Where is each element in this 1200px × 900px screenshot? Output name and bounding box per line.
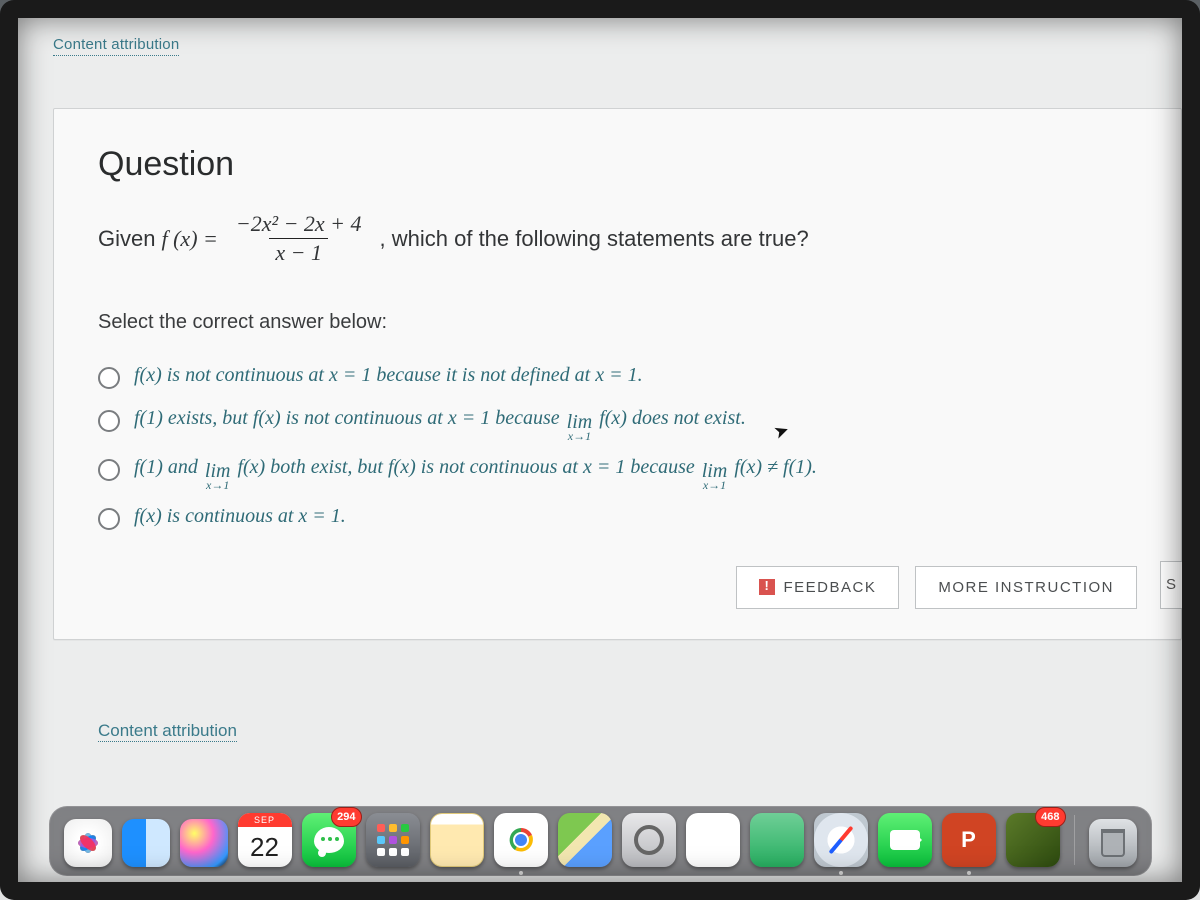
- calendar-month-label: SEP: [238, 813, 292, 827]
- question-heading: Question: [98, 145, 1137, 184]
- maps-app-icon[interactable]: [558, 813, 612, 867]
- launchpad-grid-icon: [377, 824, 409, 856]
- radio-icon: [98, 367, 120, 389]
- photos-flower-icon: [70, 825, 106, 861]
- option-b-text: f(1) exists, but f(x) is not continuous …: [134, 407, 746, 438]
- option-c-text: f(1) and lim x→1 f(x) both exist, but f(…: [134, 456, 817, 487]
- flag-icon: [759, 579, 775, 595]
- more-instruction-label: MORE INSTRUCTION: [938, 579, 1114, 596]
- notes-app-icon[interactable]: [430, 813, 484, 867]
- select-prompt: Select the correct answer below:: [98, 311, 1137, 334]
- dock: SEP 22 294: [49, 806, 1152, 876]
- eagle-app-icon[interactable]: 468: [1006, 813, 1060, 867]
- running-indicator-icon: [519, 871, 523, 875]
- content-attribution-link-top[interactable]: Content attribution: [53, 36, 179, 56]
- compass-needle-icon: [828, 826, 853, 855]
- option-a-text: f(x) is not continuous at x = 1 because …: [134, 364, 643, 387]
- facetime-app-icon[interactable]: [878, 813, 932, 867]
- message-bubble-icon: [314, 827, 344, 853]
- stem-suffix: , which of the following statements are …: [380, 226, 809, 252]
- option-d[interactable]: f(x) is continuous at x = 1.: [98, 505, 1137, 530]
- radio-icon: [98, 410, 120, 432]
- settings-app-icon[interactable]: [622, 813, 676, 867]
- stem-prefix: Given: [98, 226, 155, 252]
- option-c-pre: f(1) and: [134, 456, 203, 478]
- option-a[interactable]: f(x) is not continuous at x = 1 because …: [98, 364, 1137, 389]
- stem-fraction: −2x² − 2x + 4 x − 1: [230, 212, 368, 265]
- running-indicator-icon: [967, 871, 971, 875]
- photos-app-icon[interactable]: [64, 819, 112, 867]
- powerpoint-letter: P: [961, 827, 976, 853]
- camera-icon: [890, 830, 920, 850]
- option-c[interactable]: f(1) and lim x→1 f(x) both exist, but f(…: [98, 456, 1137, 487]
- fraction-numerator: −2x² − 2x + 4: [230, 212, 368, 238]
- finder-app-icon[interactable]: [122, 819, 170, 867]
- message-dots-icon: [321, 837, 339, 841]
- side-tab-button[interactable]: S: [1160, 561, 1182, 609]
- lim-sub: x→1: [206, 480, 229, 491]
- limit-notation: lim x→1: [205, 462, 231, 491]
- action-row: FEEDBACK MORE INSTRUCTION: [98, 566, 1137, 609]
- option-b-pre: f(1) exists, but f(x) is not continuous …: [134, 407, 565, 429]
- question-stem: Given f (x) = −2x² − 2x + 4 x − 1 , whic…: [98, 212, 1137, 265]
- feedback-label: FEEDBACK: [783, 579, 876, 596]
- radio-icon: [98, 508, 120, 530]
- fraction-denominator: x − 1: [269, 238, 328, 265]
- messages-badge: 294: [331, 807, 361, 827]
- trash-bin-icon: [1101, 829, 1125, 857]
- hp-app-icon[interactable]: [686, 813, 740, 867]
- option-c-post: f(x) ≠ f(1).: [734, 456, 817, 478]
- dock-divider: [1074, 815, 1075, 865]
- siri-app-icon[interactable]: [180, 819, 228, 867]
- option-d-text: f(x) is continuous at x = 1.: [134, 505, 346, 528]
- option-c-mid: f(x) both exist, but f(x) is not continu…: [237, 456, 699, 478]
- launchpad-app-icon[interactable]: [366, 813, 420, 867]
- more-instruction-button[interactable]: MORE INSTRUCTION: [915, 566, 1137, 609]
- radio-icon: [98, 459, 120, 481]
- safari-app-icon[interactable]: [814, 813, 868, 867]
- content-attribution-link-bottom[interactable]: Content attribution: [98, 721, 237, 742]
- feedback-button[interactable]: FEEDBACK: [736, 566, 899, 609]
- limit-notation: lim x→1: [702, 462, 728, 491]
- limit-notation: lim x→1: [567, 413, 593, 442]
- calendar-app-icon[interactable]: SEP 22: [238, 813, 292, 867]
- stem-func: f (x) =: [161, 226, 217, 252]
- option-b[interactable]: f(1) exists, but f(x) is not continuous …: [98, 407, 1137, 438]
- powerpoint-app-icon[interactable]: P: [942, 813, 996, 867]
- lim-sub: x→1: [703, 480, 726, 491]
- option-b-post: f(x) does not exist.: [599, 407, 746, 429]
- trash-icon[interactable]: [1089, 819, 1137, 867]
- eagle-badge: 468: [1035, 807, 1065, 827]
- desmos-app-icon[interactable]: [750, 813, 804, 867]
- messages-app-icon[interactable]: 294: [302, 813, 356, 867]
- running-indicator-icon: [839, 871, 843, 875]
- chrome-app-icon[interactable]: [494, 813, 548, 867]
- question-card: Question Given f (x) = −2x² − 2x + 4 x −…: [53, 108, 1182, 640]
- lim-sub: x→1: [568, 431, 591, 442]
- dock-container: SEP 22 294: [18, 790, 1182, 882]
- chrome-logo-icon: [501, 820, 541, 860]
- options-group: f(x) is not continuous at x = 1 because …: [98, 364, 1137, 530]
- gear-icon: [634, 825, 664, 855]
- calendar-day-label: 22: [250, 827, 279, 867]
